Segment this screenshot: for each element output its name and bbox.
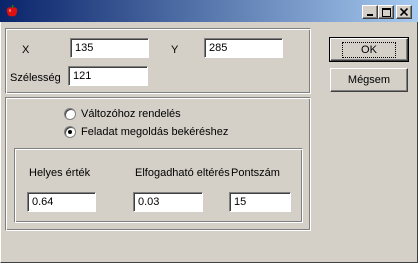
close-icon [400, 8, 408, 16]
minimize-icon [367, 14, 373, 16]
maximize-button[interactable] [378, 5, 394, 19]
tolerance-input[interactable] [133, 192, 203, 212]
points-label: Pontszám [231, 167, 280, 179]
tolerance-label: Elfogadható eltérés [135, 167, 230, 179]
radio-task-solution-label: Feladat megoldás bekéréshez [81, 126, 229, 138]
ok-button[interactable]: OK [329, 37, 409, 62]
ok-button-label: OK [342, 41, 396, 58]
y-input[interactable] [204, 38, 283, 58]
close-button[interactable] [396, 5, 412, 19]
correct-value-label: Helyes érték [29, 167, 91, 179]
x-input[interactable] [70, 38, 149, 58]
width-input[interactable] [68, 66, 148, 86]
cancel-button-label: Mégsem [347, 74, 391, 86]
title-bar[interactable] [0, 0, 418, 22]
correct-value-input[interactable] [27, 192, 96, 212]
cancel-button[interactable]: Mégsem [330, 68, 408, 92]
x-label: X [22, 44, 30, 56]
width-label: Szélesség [10, 72, 61, 84]
minimize-button[interactable] [362, 5, 378, 19]
radio-variable-assignment-label: Változóhoz rendelés [81, 108, 181, 120]
radio-task-solution[interactable] [64, 126, 76, 138]
apple-icon [6, 4, 18, 17]
points-input[interactable] [229, 192, 291, 212]
radio-variable-assignment[interactable] [64, 108, 76, 120]
maximize-icon [381, 7, 391, 17]
y-label: Y [171, 44, 179, 56]
radio-selected-dot [68, 130, 72, 134]
